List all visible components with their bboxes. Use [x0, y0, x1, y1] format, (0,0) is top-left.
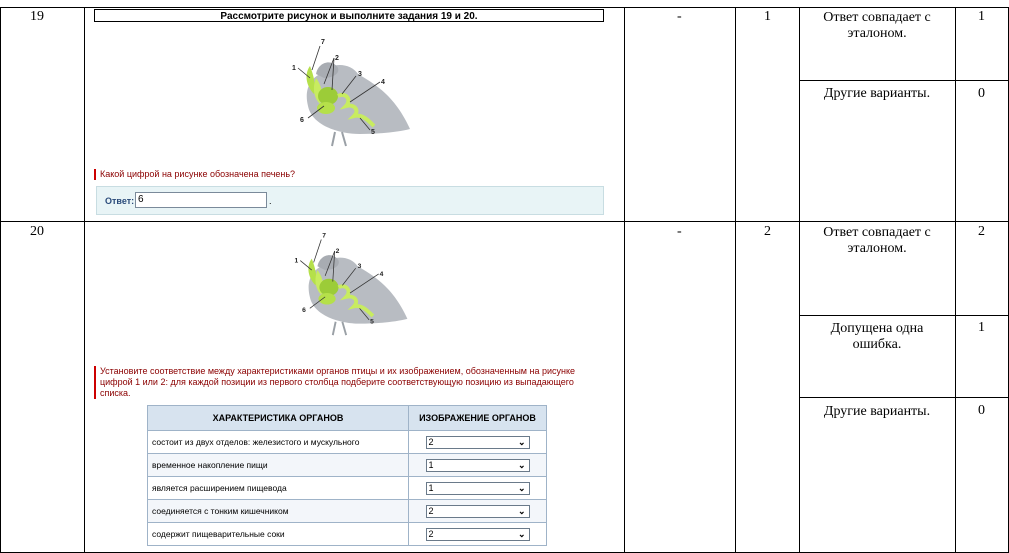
organ-select-cell: 1 ⌄ [408, 453, 547, 477]
figure-label: 4 [380, 271, 384, 278]
figure-label: 6 [300, 117, 304, 124]
characteristic-cell: состоит из двух отделов: железистого и м… [147, 430, 409, 454]
criterion-text: Ответ совпадает с эталоном. [823, 10, 931, 41]
organ-select-cell: 2 ⌄ [408, 522, 547, 546]
figure-label: 1 [295, 257, 299, 264]
matching-table: ХАРАКТЕРИСТИКА ОРГАНОВ ИЗОБРАЖЕНИЕ ОРГАН… [147, 405, 547, 546]
table-row: временное накопление пищи 1 ⌄ [147, 453, 547, 477]
organ-select-cell: 2 ⌄ [408, 499, 547, 523]
criterion-text: Другие варианты. [823, 86, 931, 101]
organ-select[interactable]: 2 ⌄ [425, 504, 530, 518]
grid-col-line [735, 7, 736, 553]
grid-col-line [624, 7, 625, 553]
chevron-down-icon: ⌄ [517, 482, 526, 493]
table-header: ИЗОБРАЖЕНИЕ ОРГАНОВ [408, 405, 547, 431]
characteristic-cell: соединяется с тонким кишечником [147, 499, 409, 523]
bird-legs [331, 321, 348, 336]
question-text: Какой цифрой на рисунке обозначена печен… [94, 169, 600, 180]
grid-col-line [0, 7, 1, 553]
figure-label: 7 [321, 39, 325, 46]
criterion-text: Ответ совпадает с эталоном. [823, 225, 931, 256]
leader-line [313, 239, 322, 263]
organ-liver [318, 293, 336, 305]
table-row: соединяется с тонким кишечником 2 ⌄ [147, 499, 547, 523]
grid-top-line [0, 7, 1009, 8]
figure-label: 6 [302, 307, 306, 314]
grid-col-line [799, 7, 800, 553]
figure-label: 5 [371, 129, 375, 136]
chevron-down-icon: ⌄ [517, 436, 526, 447]
figure-label: 4 [381, 79, 385, 86]
chevron-down-icon: ⌄ [517, 505, 526, 516]
task-title: Рассмотрите рисунок и выполните задания … [94, 9, 604, 22]
max-score: 2 [764, 224, 771, 239]
answer-dot: . [269, 196, 272, 206]
criterion-score: 0 [978, 403, 985, 418]
grid-crit-line [799, 397, 1009, 398]
figure-label: 7 [322, 233, 326, 240]
answer-label: Ответ: [105, 196, 135, 206]
organ-select[interactable]: 1 ⌄ [425, 458, 530, 472]
figure-label: 5 [370, 319, 374, 326]
criterion-score: 1 [978, 320, 985, 335]
table-row: состоит из двух отделов: железистого и м… [147, 430, 547, 454]
organ-select-cell: 2 ⌄ [408, 430, 547, 454]
organ-liver [317, 102, 335, 114]
table-row: является расширением пищевода 1 ⌄ [147, 476, 547, 500]
grid-crit-line [799, 80, 1009, 81]
characteristic-cell: является расширением пищевода [147, 476, 409, 500]
table-row: содержит пищеварительные соки 2 ⌄ [147, 522, 547, 546]
task-number: 19 [30, 9, 44, 24]
answer-box: Ответ: 6 . [96, 186, 604, 215]
criterion-score: 1 [978, 9, 985, 24]
grid-row-divider [0, 221, 1009, 222]
organ-select-cell: 1 ⌄ [408, 476, 547, 500]
leader-line [311, 45, 321, 71]
dash-cell: - [677, 9, 682, 24]
chevron-down-icon: ⌄ [517, 528, 526, 539]
max-score: 1 [764, 9, 771, 24]
criterion-text: Допущена одна ошибка. [830, 321, 924, 352]
task-number: 20 [30, 224, 44, 239]
organ-select[interactable]: 1 ⌄ [425, 481, 530, 495]
figure-label: 3 [358, 71, 362, 78]
organ-select[interactable]: 2 ⌄ [425, 435, 530, 449]
bird-figure: 7 2 1 3 4 6 5 [295, 233, 408, 336]
grid-col-line [955, 7, 956, 553]
figure-label: 2 [336, 248, 340, 255]
grid-crit-line [799, 315, 1009, 316]
criterion-score: 2 [978, 224, 985, 239]
bird-figure: 7 2 1 3 4 6 5 [292, 39, 410, 147]
figure-label: 3 [358, 263, 362, 270]
figure-label: 1 [292, 65, 296, 72]
criterion-score: 0 [978, 86, 985, 101]
grid-col-line [84, 7, 85, 553]
dash-cell: - [677, 224, 682, 239]
characteristic-cell: содержит пищеварительные соки [147, 522, 409, 546]
chevron-down-icon: ⌄ [517, 459, 526, 470]
answer-input[interactable]: 6 [135, 192, 267, 208]
characteristic-cell: временное накопление пищи [147, 453, 409, 477]
instruction-text: Установите соответствие между характерис… [94, 366, 605, 399]
bird-legs [331, 131, 347, 147]
criterion-text: Другие варианты. [823, 404, 931, 419]
organ-select[interactable]: 2 ⌄ [425, 527, 530, 541]
table-header: ХАРАКТЕРИСТИКА ОРГАНОВ [147, 405, 409, 431]
figure-label: 2 [335, 55, 339, 62]
